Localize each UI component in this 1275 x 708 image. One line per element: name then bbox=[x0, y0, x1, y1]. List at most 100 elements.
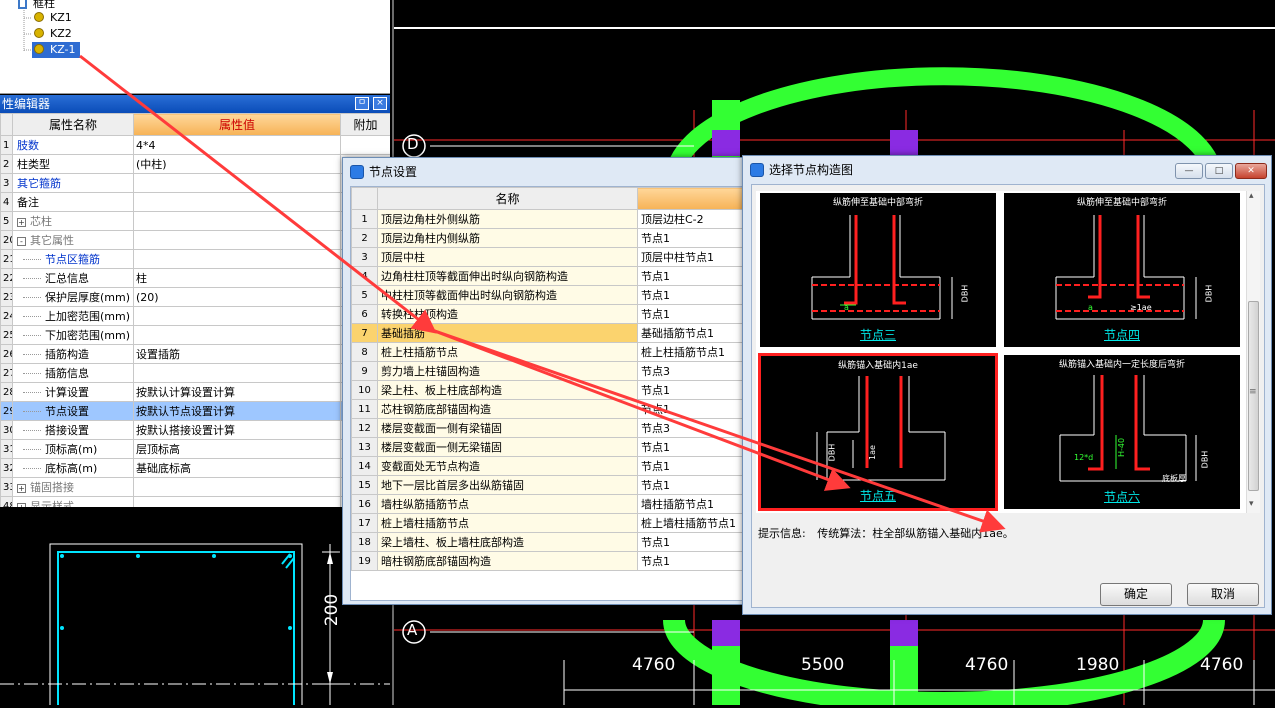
node-value[interactable]: 基础插筋节点1 bbox=[637, 323, 746, 343]
property-value[interactable]: 按默认计算设置计算 bbox=[133, 382, 341, 402]
node-value[interactable]: 节点1 bbox=[637, 285, 746, 305]
maximize-button[interactable]: □ bbox=[1205, 163, 1233, 179]
node-value[interactable]: 节点1 bbox=[637, 228, 746, 248]
pin-button[interactable]: ㅁ bbox=[355, 97, 369, 110]
property-value[interactable]: 层顶标高 bbox=[133, 439, 341, 459]
property-value[interactable] bbox=[133, 325, 341, 345]
node-value[interactable]: 桩上柱插筋节点1 bbox=[637, 342, 746, 362]
property-value[interactable] bbox=[133, 306, 341, 326]
node-row[interactable]: 6 转换柱柱顶构造 节点1 bbox=[351, 304, 746, 324]
property-row[interactable]: 25 下加密范围(mm) bbox=[0, 325, 390, 345]
property-row[interactable]: 27 插筋信息 bbox=[0, 363, 390, 383]
node-settings-titlebar[interactable]: 节点设置 bbox=[343, 158, 745, 186]
property-value[interactable]: 按默认节点设置计算 bbox=[133, 401, 341, 421]
tree-node-kz1[interactable]: KZ1 bbox=[34, 10, 72, 26]
gallery-scrollbar[interactable]: ▴ ≡ ▾ bbox=[1246, 191, 1260, 513]
property-value[interactable] bbox=[133, 173, 341, 193]
node-diagram-tile[interactable]: 纵筋伸至基础中部弯折 a ≥1ae DBH 节点四 bbox=[1002, 191, 1242, 349]
property-row[interactable]: 5 + 芯柱 bbox=[0, 211, 390, 231]
node-diagram-tile-selected[interactable]: 纵筋锚入基础内1ae DBH 1ae 节点五 bbox=[758, 353, 998, 511]
node-value[interactable]: 顶层边柱C-2 bbox=[637, 209, 746, 229]
property-value[interactable] bbox=[133, 230, 341, 250]
property-value[interactable] bbox=[133, 363, 341, 383]
property-value[interactable]: 设置插筋 bbox=[133, 344, 341, 364]
property-row[interactable]: 2 柱类型 (中柱) bbox=[0, 154, 390, 174]
expand-icon[interactable]: + bbox=[17, 484, 26, 493]
pick-dialog-titlebar[interactable]: 选择节点构造图 — □ ✕ bbox=[743, 156, 1271, 184]
scroll-up-icon[interactable]: ▴ bbox=[1249, 191, 1254, 201]
node-row[interactable]: 1 顶层边角柱外侧纵筋 顶层边柱C-2 bbox=[351, 209, 746, 229]
property-row[interactable]: 31 顶标高(m) 层顶标高 bbox=[0, 439, 390, 459]
property-row[interactable]: 30 搭接设置 按默认搭接设置计算 bbox=[0, 420, 390, 440]
property-row[interactable]: 22 汇总信息 柱 bbox=[0, 268, 390, 288]
property-row[interactable]: 1 肢数 4*4 bbox=[0, 135, 390, 155]
property-value[interactable]: (中柱) bbox=[133, 154, 341, 174]
node-row[interactable]: 13 楼层变截面一侧无梁锚固 节点1 bbox=[351, 437, 746, 457]
node-value[interactable]: 节点1 bbox=[637, 304, 746, 324]
node-value[interactable]: 节点3 bbox=[637, 361, 746, 381]
node-row[interactable]: 8 桩上柱插筋节点 桩上柱插筋节点1 bbox=[351, 342, 746, 362]
node-row[interactable]: 5 中柱柱顶等截面伸出时纵向钢筋构造 节点1 bbox=[351, 285, 746, 305]
property-value[interactable] bbox=[133, 249, 341, 269]
node-row[interactable]: 2 顶层边角柱内侧纵筋 节点1 bbox=[351, 228, 746, 248]
property-row[interactable]: 26 插筋构造 设置插筋 bbox=[0, 344, 390, 364]
property-value[interactable] bbox=[133, 477, 341, 497]
property-row[interactable]: 29 节点设置 按默认节点设置计算 bbox=[0, 401, 390, 421]
node-row[interactable]: 18 梁上墙柱、板上墙柱底部构造 节点1 bbox=[351, 532, 746, 552]
property-value[interactable]: 4*4 bbox=[133, 135, 341, 155]
property-extra[interactable] bbox=[340, 135, 390, 155]
property-value[interactable]: 柱 bbox=[133, 268, 341, 288]
node-row[interactable]: 16 墙柱纵筋插筋节点 墙柱插筋节点1 bbox=[351, 494, 746, 514]
node-value[interactable]: 顶层中柱节点1 bbox=[637, 247, 746, 267]
node-row[interactable]: 10 梁上柱、板上柱底部构造 节点1 bbox=[351, 380, 746, 400]
node-value[interactable]: 节点1 bbox=[637, 475, 746, 495]
property-row[interactable]: 23 保护层厚度(mm)(20) bbox=[0, 287, 390, 307]
node-value[interactable]: 节点1 bbox=[637, 456, 746, 476]
node-diagram-tile[interactable]: 纵筋伸至基础中部弯折 a DBH 节点三 bbox=[758, 191, 998, 349]
node-row[interactable]: 11 芯柱钢筋底部锚固构造 节点1 bbox=[351, 399, 746, 419]
node-row[interactable]: 14 变截面处无节点构造 节点1 bbox=[351, 456, 746, 476]
node-row[interactable]: 3 顶层中柱 顶层中柱节点1 bbox=[351, 247, 746, 267]
scroll-down-icon[interactable]: ▾ bbox=[1249, 499, 1254, 509]
property-value[interactable]: (20) bbox=[133, 287, 341, 307]
property-row[interactable]: 21 节点区箍筋 bbox=[0, 249, 390, 269]
node-row[interactable]: 15 地下一层比首层多出纵筋锚固 节点1 bbox=[351, 475, 746, 495]
expand-icon[interactable]: + bbox=[17, 218, 26, 227]
node-value[interactable]: 节点1 bbox=[637, 380, 746, 400]
node-value[interactable]: 节点1 bbox=[637, 266, 746, 286]
node-value[interactable]: 节点1 bbox=[637, 399, 746, 419]
close-button[interactable]: ✕ bbox=[1235, 163, 1267, 179]
node-value[interactable]: 节点1 bbox=[637, 532, 746, 552]
node-row[interactable]: 9 剪力墙上柱锚固构造 节点3 bbox=[351, 361, 746, 381]
close-button[interactable]: × bbox=[373, 97, 387, 110]
node-row[interactable]: 19 暗柱钢筋底部锚固构造 节点1 bbox=[351, 551, 746, 571]
node-value[interactable]: 节点1 bbox=[637, 551, 746, 571]
ok-button[interactable]: 确定 bbox=[1100, 583, 1172, 606]
property-row[interactable]: 20-其它属性 bbox=[0, 230, 390, 250]
property-row[interactable]: 24 上加密范围(mm) bbox=[0, 306, 390, 326]
section-drawing-canvas[interactable]: 200 bbox=[0, 510, 390, 708]
property-row[interactable]: 4 备注 bbox=[0, 192, 390, 212]
node-row[interactable]: 17 桩上墙柱插筋节点 桩上墙柱插筋节点1 bbox=[351, 513, 746, 533]
node-row[interactable]: 4 边角柱柱顶等截面伸出时纵向钢筋构造 节点1 bbox=[351, 266, 746, 286]
property-value[interactable] bbox=[133, 211, 341, 231]
property-value[interactable]: 按默认搭接设置计算 bbox=[133, 420, 341, 440]
property-row[interactable]: 3 其它箍筋 bbox=[0, 173, 390, 193]
node-value[interactable]: 桩上墙柱插筋节点1 bbox=[637, 513, 746, 533]
collapse-icon[interactable]: - bbox=[17, 237, 26, 246]
property-row[interactable]: 33 + 锚固搭接 bbox=[0, 477, 390, 497]
node-value[interactable]: 节点1 bbox=[637, 437, 746, 457]
node-row[interactable]: 7 基础插筋 基础插筋节点1 bbox=[351, 323, 746, 343]
property-value[interactable]: 基础底标高 bbox=[133, 458, 341, 478]
node-value[interactable]: 节点3 bbox=[637, 418, 746, 438]
tree-node-kz-1-selected[interactable]: KZ-1 bbox=[32, 42, 80, 58]
tree-node-kz2[interactable]: KZ2 bbox=[34, 26, 72, 42]
node-row[interactable]: 12 楼层变截面一侧有梁锚固 节点3 bbox=[351, 418, 746, 438]
property-value[interactable] bbox=[133, 496, 341, 507]
property-row[interactable]: 28 计算设置 按默认计算设置计算 bbox=[0, 382, 390, 402]
node-value[interactable]: 墙柱插筋节点1 bbox=[637, 494, 746, 514]
minimize-button[interactable]: — bbox=[1175, 163, 1203, 179]
property-row[interactable]: 32 底标高(m) 基础底标高 bbox=[0, 458, 390, 478]
cancel-button[interactable]: 取消 bbox=[1187, 583, 1259, 606]
expand-icon[interactable]: + bbox=[17, 503, 26, 507]
